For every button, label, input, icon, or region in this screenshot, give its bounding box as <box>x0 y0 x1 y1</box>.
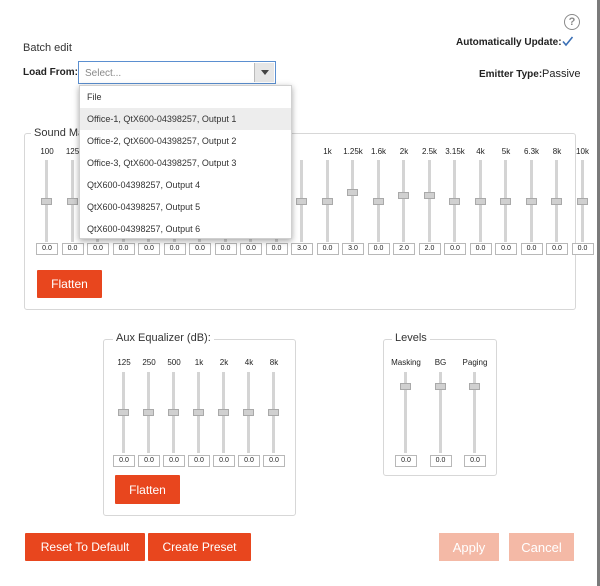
sound-masking-band-20-value-input[interactable]: 0.0 <box>546 243 568 255</box>
aux-eq-band-4-slider-thumb[interactable] <box>218 409 229 416</box>
sound-masking-band-0-value-input[interactable]: 0.0 <box>36 243 58 255</box>
sound-masking-band-13-slider-thumb[interactable] <box>372 197 384 205</box>
levels-bg-label: BG <box>434 358 447 367</box>
auto-update-label: Automatically Update: <box>456 37 562 48</box>
dropdown-option-6[interactable]: QtX600-04398257, Output 6 <box>80 218 291 240</box>
sound-masking-band-15-value-input[interactable]: 2.0 <box>418 243 441 255</box>
load-from-placeholder: Select... <box>85 68 122 79</box>
sound-masking-band-9-value-input[interactable]: 0.0 <box>265 243 288 255</box>
levels-masking-label: Masking <box>391 358 421 367</box>
aux-eq-band-1-value-input[interactable]: 0.0 <box>138 455 160 467</box>
aux-eq-band-4-value-input[interactable]: 0.0 <box>213 455 235 467</box>
dropdown-option-2[interactable]: Office-2, QtX600-04398257, Output 2 <box>80 130 291 152</box>
sound-masking-band-17-slider-thumb[interactable] <box>474 197 486 205</box>
levels-title: Levels <box>392 332 430 344</box>
levels-group: Levels Masking 0.0 BG 0.0 Paging 0.0 <box>383 332 497 476</box>
sound-masking-band-19-slider-thumb[interactable] <box>525 197 537 205</box>
sound-masking-band-20-slider-thumb[interactable] <box>551 197 562 205</box>
sound-masking-band-15-slider-thumb[interactable] <box>423 191 435 199</box>
aux-eq-band-6-label: 8k <box>269 358 279 367</box>
sound-masking-band-17-value-input[interactable]: 0.0 <box>469 243 492 255</box>
levels-paging-slider-thumb[interactable] <box>469 383 480 391</box>
sound-masking-band-1-slider-thumb[interactable] <box>66 197 78 205</box>
aux-eq-band-1-slider-thumb[interactable] <box>143 409 154 416</box>
sound-masking-band-14-slider-thumb[interactable] <box>398 191 409 199</box>
levels-paging-label: Paging <box>462 358 488 367</box>
sound-masking-band-12-slider-track[interactable] <box>351 160 354 242</box>
batch-edit-dialog: ? Batch edit Automatically Update: Load … <box>0 0 600 586</box>
sound-masking-band-15-slider-track[interactable] <box>427 160 431 242</box>
aux-eq-band-3-value-input[interactable]: 0.0 <box>188 455 210 467</box>
create-preset-button[interactable]: Create Preset <box>148 533 251 561</box>
sound-masking-band-21-value-input[interactable]: 0.0 <box>571 243 594 255</box>
sound-masking-flatten-button[interactable]: Flatten <box>37 270 102 298</box>
aux-eq-band-5-value-input[interactable]: 0.0 <box>238 455 260 467</box>
levels-bg-slider-thumb[interactable] <box>434 383 446 391</box>
aux-equalizer-title: Aux Equalizer (dB): <box>113 332 214 344</box>
aux-eq-band-0-slider-thumb[interactable] <box>118 409 129 416</box>
dropdown-option-3[interactable]: Office-3, QtX600-04398257, Output 3 <box>80 152 291 174</box>
levels-paging-value-input[interactable]: 0.0 <box>464 455 486 467</box>
checkmark-icon <box>562 36 574 47</box>
sound-masking-band-7-value-input[interactable]: 0.0 <box>214 243 237 255</box>
sound-masking-band-0-slider-thumb[interactable] <box>41 197 52 205</box>
aux-eq-band-6-value-input[interactable]: 0.0 <box>263 455 285 467</box>
help-icon[interactable]: ? <box>564 14 580 30</box>
aux-flatten-button[interactable]: Flatten <box>115 475 180 504</box>
emitter-type-label: Emitter Type: <box>479 69 543 80</box>
dropdown-option-5[interactable]: QtX600-04398257, Output 5 <box>80 196 291 218</box>
sound-masking-band-4-value-input[interactable]: 0.0 <box>138 243 160 255</box>
aux-eq-band-0-value-input[interactable]: 0.0 <box>113 455 135 467</box>
load-from-label: Load From: <box>23 67 78 78</box>
load-from-select[interactable]: Select... <box>78 61 276 84</box>
sound-masking-band-5-value-input[interactable]: 0.0 <box>163 243 186 255</box>
sound-masking-band-21-label: 10k <box>576 147 589 156</box>
aux-eq-band-6-slider-thumb[interactable] <box>268 409 279 416</box>
levels-masking-value-input[interactable]: 0.0 <box>395 455 417 467</box>
sound-masking-band-8-value-input[interactable]: 0.0 <box>240 243 262 255</box>
aux-eq-band-5-slider-thumb[interactable] <box>243 409 254 416</box>
sound-masking-band-12-value-input[interactable]: 3.0 <box>342 243 364 255</box>
sound-masking-band-11-slider-thumb[interactable] <box>321 197 333 205</box>
dialog-title: Batch edit <box>23 42 72 54</box>
sound-masking-band-18-slider-thumb[interactable] <box>500 197 511 205</box>
dropdown-option-0[interactable]: File <box>80 86 291 108</box>
apply-button[interactable]: Apply <box>439 533 499 561</box>
sound-masking-band-12-slider-thumb[interactable] <box>347 188 358 196</box>
sound-masking-band-6-value-input[interactable]: 0.0 <box>189 243 211 255</box>
dropdown-option-4[interactable]: QtX600-04398257, Output 4 <box>80 174 291 196</box>
sound-masking-band-16-value-input[interactable]: 0.0 <box>444 243 466 255</box>
dropdown-option-1[interactable]: Office-1, QtX600-04398257, Output 1 <box>80 108 291 130</box>
load-from-dropdown-list: File Office-1, QtX600-04398257, Output 1O… <box>79 85 292 239</box>
sound-masking-band-13-value-input[interactable]: 0.0 <box>367 243 390 255</box>
sound-masking-band-21-slider-thumb[interactable] <box>576 197 588 205</box>
aux-eq-band-3-slider-thumb[interactable] <box>193 409 204 416</box>
sound-masking-band-10-slider-thumb[interactable] <box>296 197 307 205</box>
levels-bg-value-input[interactable]: 0.0 <box>429 455 452 467</box>
dropdown-toggle-button[interactable] <box>254 63 274 82</box>
aux-eq-band-2-slider-thumb[interactable] <box>168 409 179 416</box>
sound-masking-band-11-value-input[interactable]: 0.0 <box>316 243 339 255</box>
sound-masking-band-2-value-input[interactable]: 0.0 <box>87 243 109 255</box>
sound-masking-band-1-value-input[interactable]: 0.0 <box>61 243 84 255</box>
reset-to-default-button[interactable]: Reset To Default <box>25 533 145 561</box>
auto-update-checkbox[interactable] <box>561 35 574 48</box>
sound-masking-band-19-value-input[interactable]: 0.0 <box>520 243 543 255</box>
sound-masking-band-14-slider-track[interactable] <box>402 160 405 242</box>
aux-eq-band-2-value-input[interactable]: 0.0 <box>163 455 185 467</box>
caret-down-icon <box>260 70 269 75</box>
sound-masking-band-3-value-input[interactable]: 0.0 <box>112 243 135 255</box>
sound-masking-band-16-slider-thumb[interactable] <box>449 197 460 205</box>
emitter-type-value: Passive <box>542 68 581 80</box>
sound-masking-band-14-value-input[interactable]: 2.0 <box>393 243 415 255</box>
sound-masking-band-18-value-input[interactable]: 0.0 <box>495 243 517 255</box>
sound-masking-band-10-value-input[interactable]: 3.0 <box>291 243 313 255</box>
levels-masking-slider-thumb[interactable] <box>400 383 411 391</box>
cancel-button[interactable]: Cancel <box>509 533 574 561</box>
